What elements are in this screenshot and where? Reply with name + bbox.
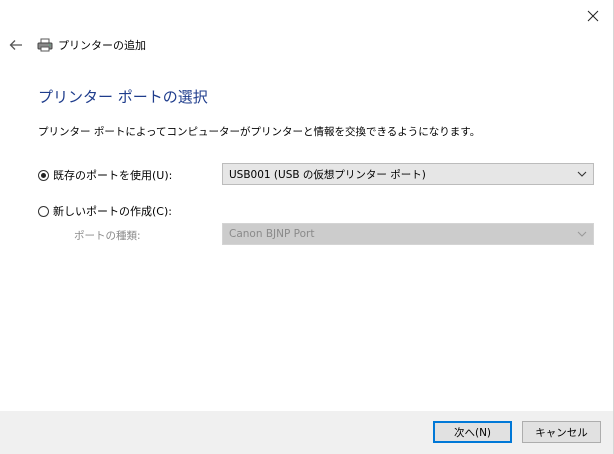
close-button[interactable] — [581, 4, 605, 28]
radio-dot — [41, 172, 46, 178]
new-port-radio[interactable]: 新しいポートの作成(C): — [38, 203, 172, 219]
existing-port-value: USB001 (USB の仮想プリンター ポート) — [229, 168, 426, 181]
port-type-select: Canon BJNP Port — [222, 223, 594, 245]
chevron-down-icon — [577, 171, 587, 177]
dialog-footer: 次へ(N) キャンセル — [0, 411, 613, 454]
port-type-label: ポートの種類: — [74, 230, 141, 242]
window-title: プリンターの追加 — [58, 39, 146, 52]
chevron-down-icon — [577, 231, 587, 237]
printer-icon — [37, 38, 53, 52]
existing-port-select[interactable]: USB001 (USB の仮想プリンター ポート) — [222, 163, 594, 185]
page-title: プリンター ポートの選択 — [38, 88, 208, 106]
cancel-button[interactable]: キャンセル — [522, 421, 601, 443]
back-button[interactable] — [6, 36, 26, 54]
radio-button-selected[interactable] — [38, 169, 49, 181]
next-button[interactable]: 次へ(N) — [433, 421, 512, 443]
close-icon — [587, 10, 599, 22]
back-arrow-icon — [9, 40, 22, 50]
page-description: プリンター ポートによってコンピューターがプリンターと情報を交換できるようになり… — [38, 126, 481, 138]
existing-port-label: 既存のポートを使用(U): — [53, 169, 173, 182]
new-port-label: 新しいポートの作成(C): — [53, 205, 172, 218]
radio-button-unselected[interactable] — [38, 205, 49, 217]
add-printer-dialog: プリンターの追加 プリンター ポートの選択 プリンター ポートによってコンピュー… — [0, 0, 614, 454]
existing-port-radio[interactable]: 既存のポートを使用(U): — [38, 167, 172, 183]
port-type-value: Canon BJNP Port — [229, 228, 315, 240]
window-header: プリンターの追加 — [37, 37, 146, 53]
